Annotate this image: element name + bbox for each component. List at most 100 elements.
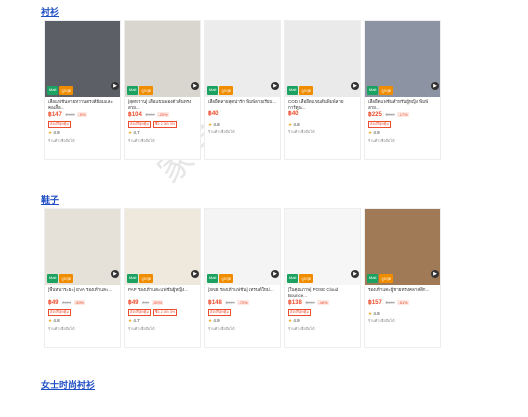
original-price: ฿260: [305, 300, 315, 305]
product-card[interactable]: Mall ถูกสุด ▶ เสื้อยืดลายสุดน่ารัก พิมพ์…: [204, 20, 281, 160]
product-card[interactable]: Mall ถูกสุด ▶ COD เสื้อยืดแขนสั้นพิมพ์ลา…: [284, 20, 361, 160]
product-image[interactable]: Mall ถูกสุด ▶: [205, 209, 280, 285]
rating-value: 4.9: [53, 130, 60, 136]
mall-tag: Mall: [207, 274, 219, 283]
cheapest-tag: ถูกสุด: [299, 274, 314, 283]
product-price: ฿49: [128, 300, 139, 306]
shop-label: ร้านค้าเชื่อถือได้: [48, 326, 75, 331]
play-icon[interactable]: ▶: [351, 82, 359, 90]
product-image[interactable]: Mall ถูกสุด ▶: [285, 209, 360, 285]
product-card[interactable]: Mall ถูกสุด ▶ รองเท้าแตะผู้ชายทรงคลาสสิก…: [364, 208, 441, 348]
product-image[interactable]: Mall ถูกสุด ▶: [365, 209, 440, 285]
star-icon: ★: [128, 318, 133, 324]
star-icon: ★: [128, 130, 133, 136]
product-image[interactable]: Mall ถูกสุด ▶: [285, 21, 360, 97]
shipping-badge: ส่งฟรีสุดคุ้ม: [368, 120, 391, 129]
rating-value: 4.8: [373, 310, 380, 316]
rating-value: 4.9: [373, 130, 380, 136]
star-icon: ★: [288, 121, 293, 127]
play-icon[interactable]: ▶: [111, 82, 119, 90]
star-icon: ★: [368, 130, 373, 136]
rating-value: 4.8: [213, 121, 220, 127]
play-icon[interactable]: ▶: [431, 82, 439, 90]
product-row-shirts: Mall ถูกสุด ▶ เสื้อแฟชั่นลายหวานตรงสีย้อ…: [44, 20, 444, 160]
cheapest-tag: ถูกสุด: [379, 86, 394, 95]
product-image[interactable]: Mall ถูกสุด ▶: [365, 21, 440, 97]
section-title-women-shirts[interactable]: 女士时尚衬衫: [41, 378, 95, 391]
play-icon[interactable]: ▶: [271, 270, 279, 278]
product-title[interactable]: รองเท้าแตะผู้ชายทรงคลาสสิก...: [368, 287, 437, 298]
discount-badge: -20%: [157, 112, 169, 117]
cheapest-tag: ถูกสุด: [219, 86, 234, 95]
rating-value: 4.8: [293, 121, 300, 127]
shop-label: ร้านค้าเชื่อถือได้: [368, 319, 395, 324]
product-title[interactable]: เสื้อยืดแฟชั่นสำหรับผู้หญิง พิมพ์ลาย...: [368, 99, 437, 110]
play-icon[interactable]: ▶: [191, 270, 199, 278]
product-image[interactable]: Mall ถูกสุด ▶: [125, 21, 200, 97]
play-icon[interactable]: ▶: [111, 270, 119, 278]
product-image[interactable]: Mall ถูกสุด ▶: [45, 209, 120, 285]
product-row-shoes: Mall ถูกสุด ▶ [พื้นหนาระยะ] EVA รองเท้าแ…: [44, 208, 444, 348]
product-price: ฿40: [208, 111, 219, 117]
section-title-shirts[interactable]: 衬衫: [41, 5, 59, 18]
original-price: ฿99: [142, 300, 150, 305]
play-icon[interactable]: ▶: [351, 270, 359, 278]
rating-value: 4.7: [133, 130, 140, 136]
shipping-badge: ส่งฟรีสุดคุ้ม: [208, 308, 231, 317]
product-price: ฿147: [48, 112, 62, 118]
product-title[interactable]: [พื้นหนาระยะ] EVA รองเท้าแตะ...: [48, 287, 117, 298]
product-card[interactable]: Mall ถูกสุด ▶ เสื้อยืดแฟชั่นสำหรับผู้หญิ…: [364, 20, 441, 160]
shipping-badge: ส่งฟรีสุดคุ้ม: [288, 308, 311, 317]
product-title[interactable]: เสื้อแฟชั่นลายหวานตรงสีย้อมและคอเสื้อ...: [48, 99, 117, 110]
product-title[interactable]: [สุดหวาน] เสื้อแขนพองตัวสั้นทรงสวย...: [128, 99, 197, 110]
original-price: ฿130: [145, 112, 155, 117]
cheapest-tag: ถูกสุด: [299, 86, 314, 95]
product-card[interactable]: Mall ถูกสุด ▶ PAP รองเท้าแตะแฟชั่นผู้หญิ…: [124, 208, 201, 348]
product-title[interactable]: PAP รองเท้าแตะแฟชั่นผู้หญิง...: [128, 287, 197, 298]
star-icon: ★: [368, 310, 373, 316]
product-price: ฿104: [128, 112, 142, 118]
star-icon: ★: [48, 130, 53, 136]
rating-value: 4.9: [213, 318, 220, 324]
star-icon: ★: [208, 318, 213, 324]
product-card[interactable]: Mall ถูกสุด ▶ [สุดหวาน] เสื้อแขนพองตัวสั…: [124, 20, 201, 160]
play-icon[interactable]: ▶: [431, 270, 439, 278]
cheapest-tag: ถูกสุด: [59, 86, 74, 95]
play-icon[interactable]: ▶: [271, 82, 279, 90]
shop-label: ร้านค้าเชื่อถือได้: [368, 138, 395, 143]
cheapest-tag: ถูกสุด: [219, 274, 234, 283]
product-card[interactable]: Mall ถูกสุด ▶ เสื้อแฟชั่นลายหวานตรงสีย้อ…: [44, 20, 121, 160]
rating-value: 4.7: [133, 318, 140, 324]
product-title[interactable]: COD เสื้อยืดแขนสั้นพิมพ์ลายการ์ตูน...: [288, 99, 357, 110]
star-icon: ★: [208, 121, 213, 127]
play-icon[interactable]: ▶: [191, 82, 199, 90]
original-price: ฿499: [225, 300, 235, 305]
product-title[interactable]: เสื้อยืดลายสุดน่ารัก พิมพ์ลายเรียบ...: [208, 99, 277, 110]
original-price: ฿280: [385, 112, 395, 117]
section-title-shoes[interactable]: 鞋子: [41, 193, 59, 206]
product-price: ฿40: [288, 111, 299, 117]
product-price: ฿225: [368, 112, 382, 118]
discount-badge: -70%: [237, 300, 249, 305]
product-title[interactable]: [SNB รองเท้าแฟชั่น] เทรนด์ใหม่...: [208, 287, 277, 298]
mall-tag: Mall: [287, 86, 299, 95]
mall-tag: Mall: [287, 274, 299, 283]
discount-badge: -46%: [317, 300, 329, 305]
shop-label: ร้านค้าเชื่อถือได้: [288, 130, 315, 135]
product-card[interactable]: Mall ถูกสุด ▶ [ในคุณภาพ] POSE Cloud Boun…: [284, 208, 361, 348]
mall-tag: Mall: [367, 86, 379, 95]
product-image[interactable]: Mall ถูกสุด ▶: [205, 21, 280, 97]
product-card[interactable]: Mall ถูกสุด ▶ [พื้นหนาระยะ] EVA รองเท้าแ…: [44, 208, 121, 348]
rating-value: 4.8: [53, 318, 60, 324]
cheapest-tag: ถูกสุด: [139, 86, 154, 95]
product-image[interactable]: Mall ถูกสุด ▶: [125, 209, 200, 285]
mall-tag: Mall: [127, 86, 139, 95]
promo-badge: ซื้อ 2 ลด 3%: [152, 120, 178, 129]
original-price: ฿400: [385, 300, 395, 305]
product-card[interactable]: Mall ถูกสุด ▶ [SNB รองเท้าแฟชั่น] เทรนด์…: [204, 208, 281, 348]
product-title[interactable]: [ในคุณภาพ] POSE Cloud Bounce...: [288, 287, 357, 298]
cheapest-tag: ถูกสุด: [379, 274, 394, 283]
mall-tag: Mall: [367, 274, 379, 283]
shop-label: ร้านค้าเชื่อถือได้: [208, 326, 235, 331]
product-image[interactable]: Mall ถูกสุด ▶: [45, 21, 120, 97]
